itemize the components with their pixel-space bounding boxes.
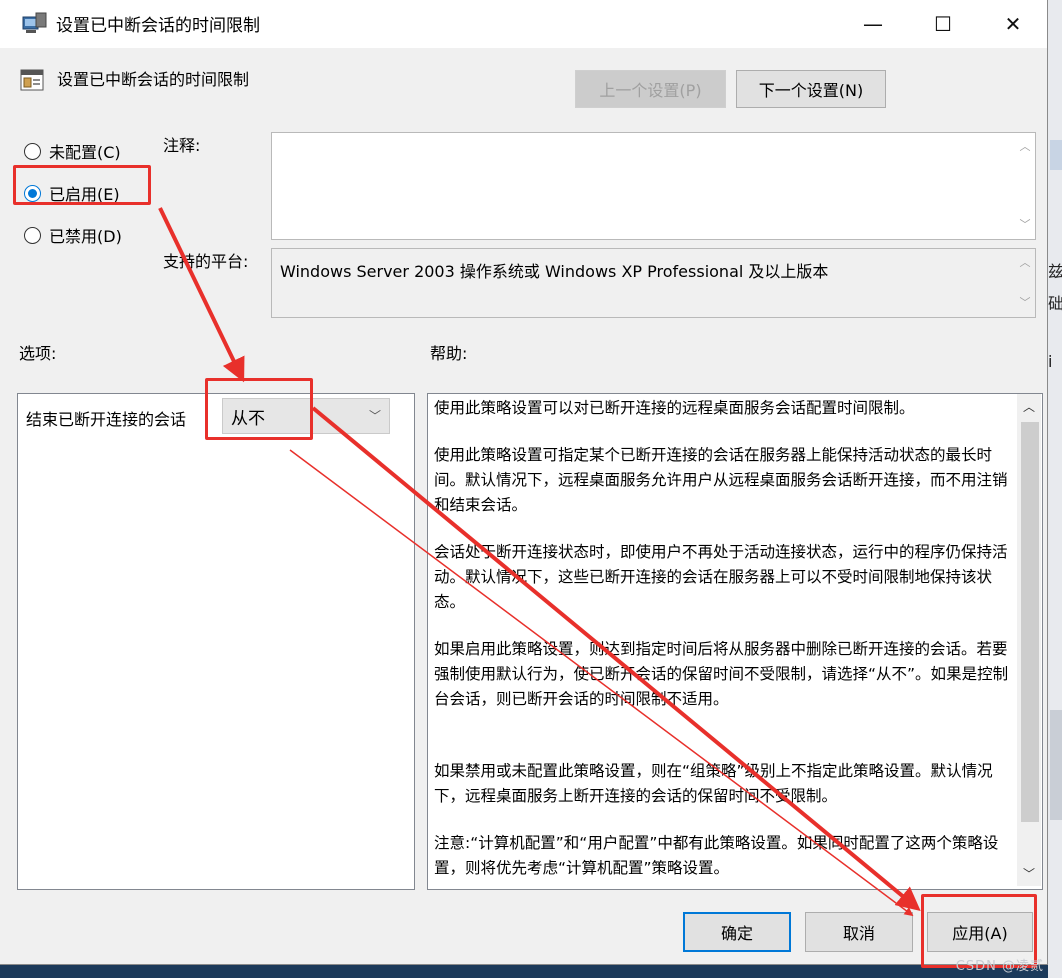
- help-paragraph: 如果启用此策略设置，则达到指定时间后将从服务器中删除已断开连接的会话。若要强制使…: [434, 640, 1009, 708]
- background-highlight: [1050, 140, 1062, 170]
- radio-enabled[interactable]: 已启用(E): [24, 181, 120, 205]
- apply-button[interactable]: 应用(A): [927, 912, 1033, 952]
- radio-circle: [24, 226, 41, 244]
- help-label: 帮助:: [430, 344, 468, 363]
- scrollbar-thumb[interactable]: [1021, 422, 1039, 822]
- radio-label: 已启用(E): [49, 185, 120, 204]
- title-bar: 设置已中断会话的时间限制 — ☐ ✕: [0, 0, 1047, 48]
- scroll-down-icon[interactable]: ﹀: [1015, 293, 1035, 313]
- options-label: 选项:: [19, 344, 57, 363]
- chevron-down-icon: ﹀: [368, 409, 381, 423]
- radio-circle: [24, 142, 41, 160]
- scroll-down-icon[interactable]: ﹀: [1017, 865, 1041, 882]
- comment-textarea[interactable]: ︿ ﹀: [271, 132, 1036, 240]
- background-scrollbar: [1050, 710, 1062, 820]
- background-text: i: [1048, 352, 1053, 371]
- options-panel: 结束已断开连接的会话: [17, 393, 415, 890]
- help-paragraph: 使用此策略设置可以对已断开连接的远程桌面服务会话配置时间限制。: [434, 399, 915, 417]
- help-paragraph: 使用此策略设置可指定某个已断开连接的会话在服务器上能保持活动状态的最长时间。默认…: [434, 446, 1008, 514]
- ok-button[interactable]: 确定: [683, 912, 791, 952]
- minimize-button[interactable]: —: [838, 0, 908, 48]
- platform-scrollbar[interactable]: ︿ ﹀: [1015, 249, 1035, 317]
- scroll-up-icon[interactable]: ︿: [1017, 398, 1041, 415]
- platform-label: 支持的平台:: [163, 252, 249, 271]
- watermark: CSDN @凌贰: [955, 959, 1044, 974]
- dropdown-value: 从不: [231, 408, 265, 429]
- scroll-down-icon[interactable]: ﹀: [1015, 215, 1035, 235]
- cancel-button[interactable]: 取消: [805, 912, 913, 952]
- help-paragraph: 会话处于断开连接状态时，即使用户不再处于活动连接状态，运行中的程序仍保持活动。默…: [434, 543, 1008, 611]
- previous-setting-button[interactable]: 上一个设置(P): [575, 70, 726, 108]
- scroll-up-icon[interactable]: ︿: [1015, 137, 1035, 157]
- radio-disabled[interactable]: 已禁用(D): [24, 223, 122, 247]
- help-text: 使用此策略设置可以对已断开连接的远程桌面服务会话配置时间限制。 使用此策略设置可…: [434, 396, 1014, 903]
- maximize-button[interactable]: ☐: [908, 0, 978, 48]
- disconnect-timeout-dropdown[interactable]: 从不 ﹀: [222, 398, 390, 434]
- scroll-up-icon[interactable]: ︿: [1015, 253, 1035, 273]
- policy-dialog: 设置已中断会话的时间限制 — ☐ ✕ 设置已中断会话的时间限制 上一个设置(P)…: [0, 0, 1048, 965]
- window-title: 设置已中断会话的时间限制: [56, 16, 260, 36]
- platform-field: Windows Server 2003 操作系统或 Windows XP Pro…: [271, 248, 1036, 318]
- setting-title: 设置已中断会话的时间限制: [57, 70, 250, 89]
- radio-label: 未配置(C): [49, 143, 121, 162]
- option-field-label: 结束已断开连接的会话: [26, 410, 187, 429]
- policy-setting-icon: [20, 69, 44, 91]
- radio-label: 已禁用(D): [49, 227, 122, 246]
- close-button[interactable]: ✕: [978, 0, 1048, 48]
- comment-label: 注释:: [163, 136, 201, 155]
- platform-value: Windows Server 2003 操作系统或 Windows XP Pro…: [280, 262, 829, 281]
- background-window: 兹 础 i: [1048, 0, 1062, 978]
- radio-circle-selected: [24, 184, 41, 202]
- help-paragraph: 如果禁用或未配置此策略设置，则在“组策略”级别上不指定此策略设置。默认情况下，远…: [434, 762, 993, 805]
- background-text: 兹: [1048, 262, 1062, 281]
- group-policy-icon: [22, 12, 47, 33]
- background-text: 础: [1048, 294, 1062, 313]
- help-scrollbar[interactable]: ︿ ﹀: [1017, 394, 1041, 886]
- radio-not-configured[interactable]: 未配置(C): [24, 139, 121, 163]
- next-setting-button[interactable]: 下一个设置(N): [736, 70, 886, 108]
- comment-scrollbar[interactable]: ︿ ﹀: [1015, 133, 1035, 239]
- help-paragraph: 注意:“计算机配置”和“用户配置”中都有此策略设置。如果同时配置了这两个策略设置…: [434, 834, 999, 877]
